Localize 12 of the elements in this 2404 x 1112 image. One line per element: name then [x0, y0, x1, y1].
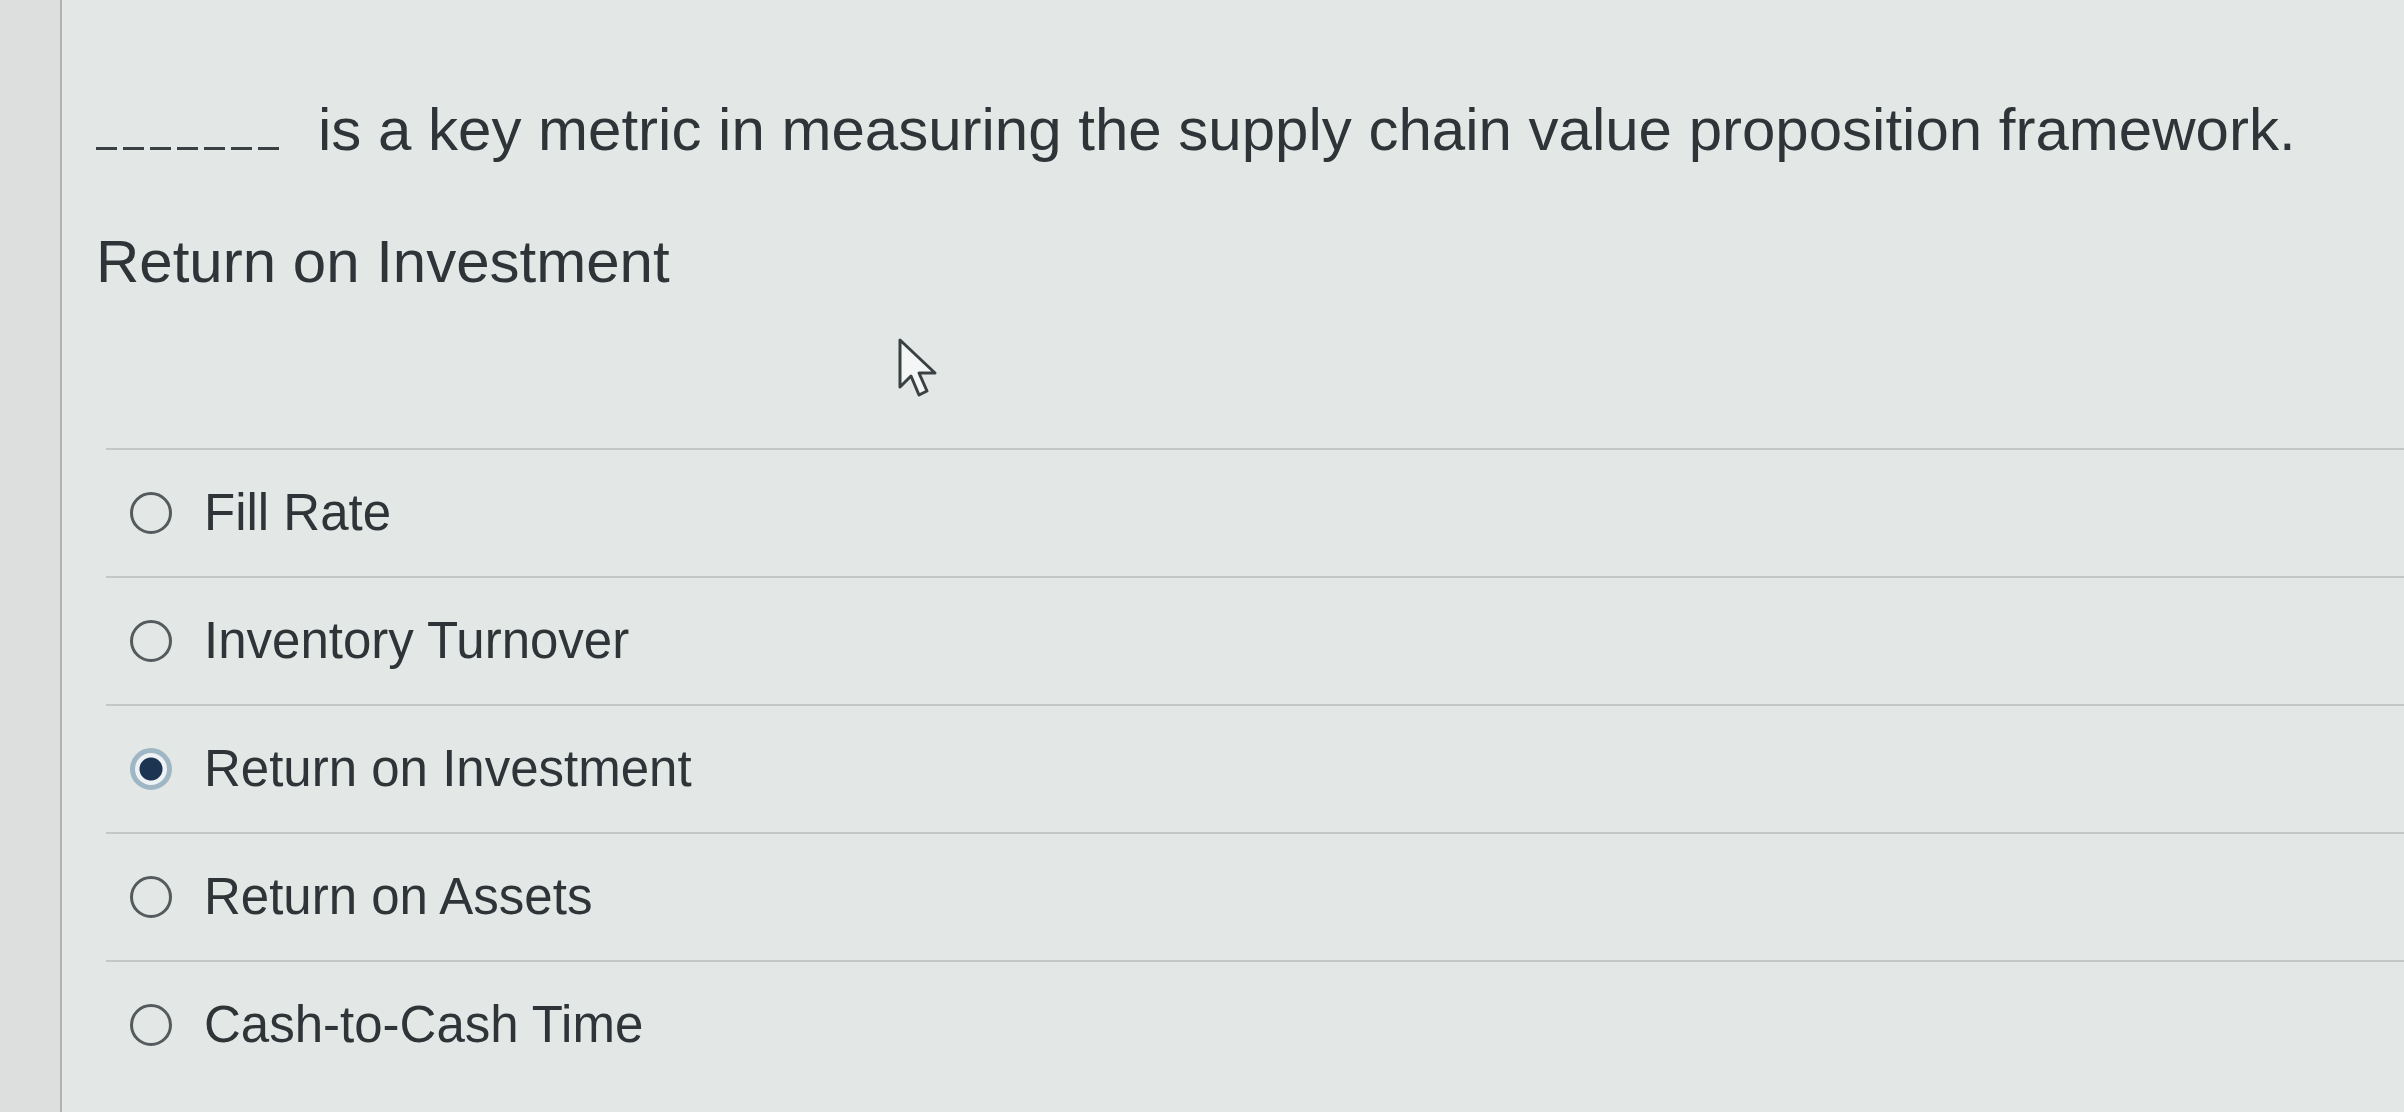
option-label[interactable]: Inventory Turnover: [204, 609, 630, 673]
answer-text: Return on Investment: [96, 227, 670, 297]
option-label[interactable]: Return on Assets: [204, 865, 593, 929]
radio-button[interactable]: [130, 492, 172, 534]
option-label[interactable]: Return on Investment: [204, 737, 692, 801]
radio-button[interactable]: [130, 748, 172, 790]
question-text: is a key metric in measuring the supply chain value proposition framework.: [318, 95, 2296, 165]
radio-button[interactable]: [130, 876, 172, 918]
radio-button[interactable]: [130, 620, 172, 662]
option-label[interactable]: Cash-to-Cash Time: [204, 993, 644, 1057]
radio-button[interactable]: [130, 1004, 172, 1046]
option-label[interactable]: Fill Rate: [204, 481, 392, 545]
